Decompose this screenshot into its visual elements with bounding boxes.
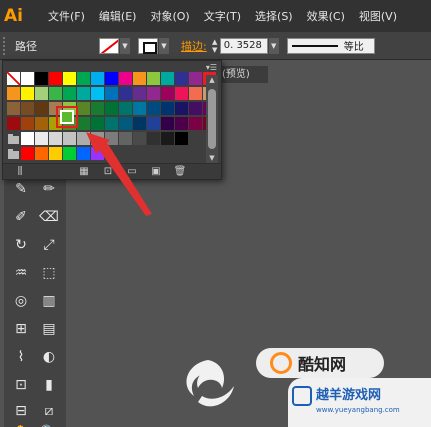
watermark-swirl-logo [186,360,234,407]
watermark-badge: 酷知网 [256,348,384,378]
corner-logo-icon [292,386,312,406]
watermark-brand: 酷知网 [298,355,347,374]
corner-watermark: 越羊游戏网 www.yueyangbang.com [288,378,431,427]
illustrator-window: Ai 文件(F) 编辑(E) 对象(O) 文字(T) 选择(S) 效果(C) 视… [0,0,431,427]
watermark-circle-icon [270,352,292,374]
arrow-shaft [92,140,152,216]
corner-watermark-url: www.yueyangbang.com [316,406,400,414]
corner-watermark-title: 越羊游戏网 [316,388,382,403]
